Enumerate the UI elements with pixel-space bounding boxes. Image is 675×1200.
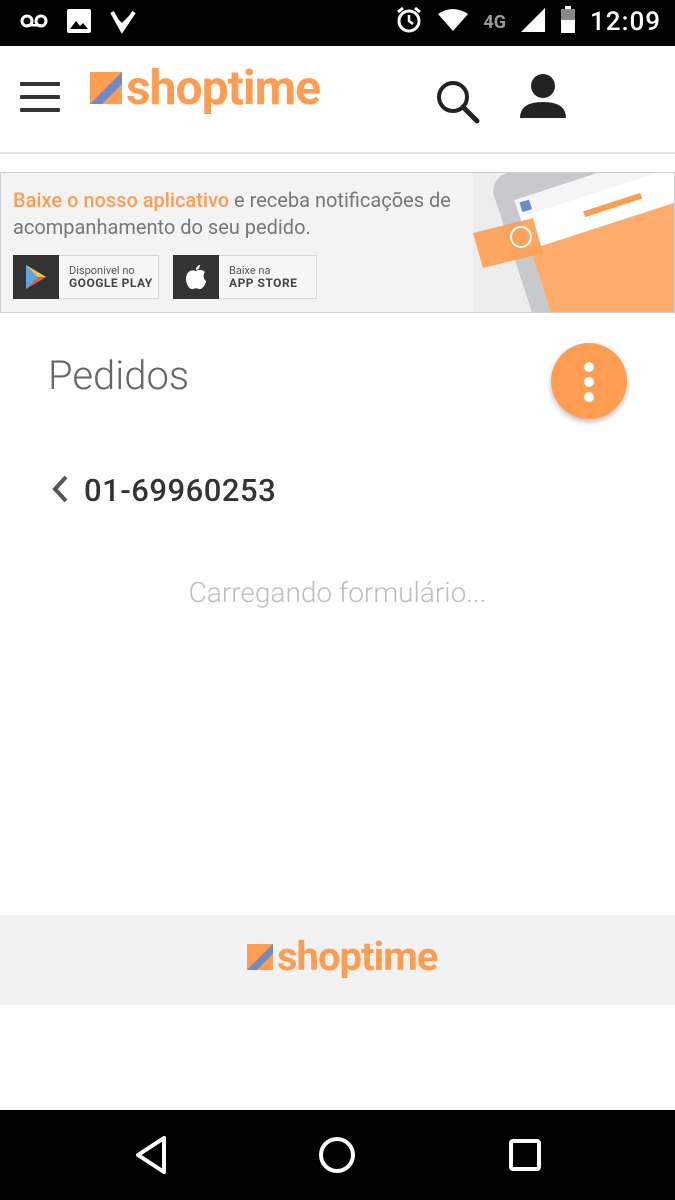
footer-logo[interactable]: shoptime [247,933,438,980]
footer-logo-text: shoptime [277,933,438,980]
chevron-left-icon [50,474,70,508]
more-options-button[interactable] [551,343,627,419]
google-play-label: GOOGLE PLAY [69,276,153,290]
google-play-button[interactable]: Disponível no GOOGLE PLAY [13,254,159,299]
phone-illustration [473,173,674,312]
network-type: 4G [483,11,507,33]
brand-logo[interactable]: shoptime [90,59,321,116]
app-store-label: APP STORE [229,276,298,290]
google-play-icon [13,254,59,299]
logo-text: shoptime [126,59,321,116]
image-icon [66,8,92,38]
voicemail-icon [20,13,48,33]
loading-message: Carregando formulário... [188,576,487,609]
app-store-button[interactable]: Baixe na APP STORE [173,254,317,299]
recents-icon[interactable] [500,1130,550,1180]
banner-message: Baixe o nosso aplicativo e receba notifi… [13,187,483,241]
page-title: Pedidos [48,352,190,399]
order-number: 01-69960253 [84,472,277,509]
app-header: shoptime [0,46,675,154]
search-icon[interactable] [434,78,480,124]
clock: 12:09 [590,7,661,37]
order-back-link[interactable]: 01-69960253 [50,472,276,509]
signal-icon [520,7,546,37]
user-icon[interactable] [516,72,570,122]
status-bar: 4G 12:09 [0,0,675,46]
alarm-icon [395,6,423,38]
app-download-banner[interactable]: Baixe o nosso aplicativo e receba notifi… [0,172,675,313]
banner-highlight: Baixe o nosso aplicativo [13,188,230,212]
footer: shoptime [0,915,675,1005]
apple-icon [173,254,219,299]
hamburger-icon[interactable] [20,82,60,112]
check-icon [110,8,136,38]
battery-icon [560,6,576,38]
logo-mark [90,72,122,104]
logo-mark [247,944,273,970]
system-nav-bar [0,1110,675,1200]
home-icon[interactable] [312,1130,362,1180]
back-icon[interactable] [126,1130,176,1180]
wifi-icon [437,8,469,36]
